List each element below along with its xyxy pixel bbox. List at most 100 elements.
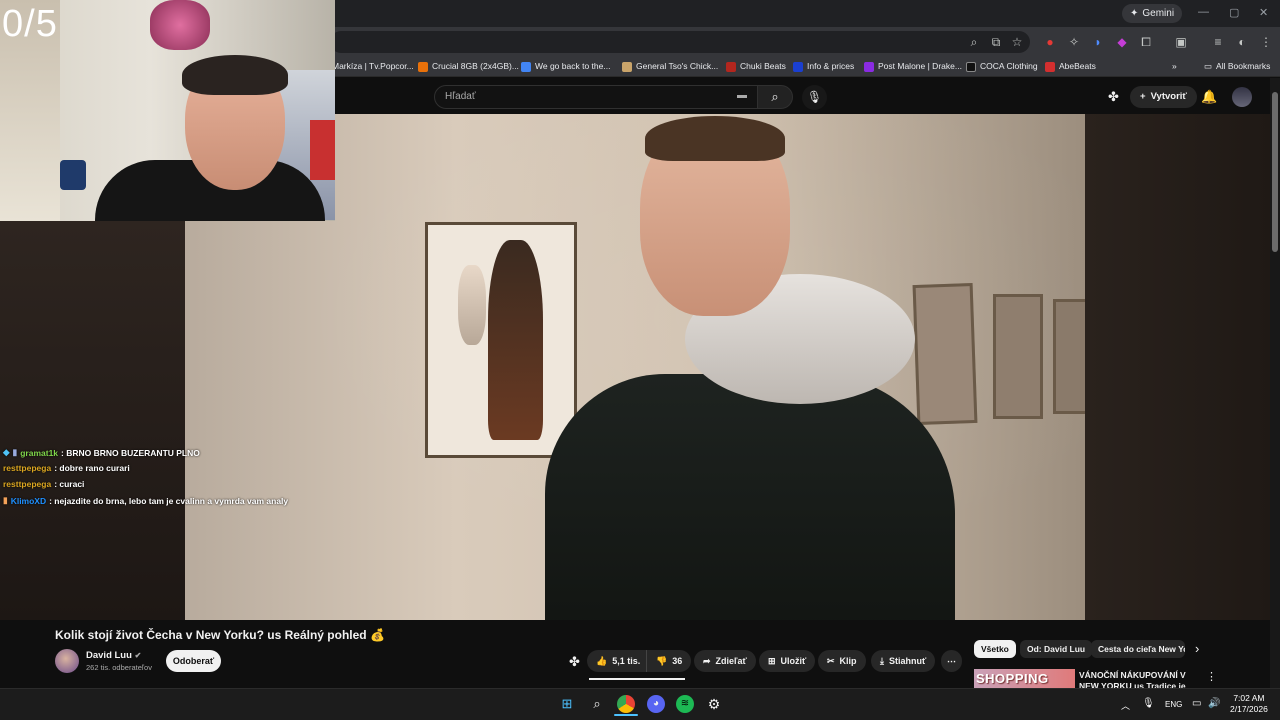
subscribe-button[interactable]: Odoberať (166, 650, 221, 672)
painting-image (912, 282, 978, 426)
keyboard-icon[interactable]: ▬ (737, 90, 747, 101)
bookmark-item[interactable]: We go back to the... (521, 59, 610, 74)
video-title: Kolik stojí život Čecha v New Yorku? us … (55, 628, 385, 642)
stream-counter: 0/5 (2, 3, 58, 45)
favicon-icon (864, 61, 874, 72)
windows-start-icon[interactable]: ⊞ (558, 695, 576, 713)
filter-chip-playlist[interactable]: Cesta do cieľa New Yo (1091, 640, 1185, 658)
chevron-right-icon[interactable]: » (1172, 59, 1177, 74)
more-vert-icon[interactable]: ⋮ (1206, 670, 1217, 683)
badge-icon: ◆ (3, 447, 10, 457)
all-bookmarks-button[interactable]: ▭ All Bookmarks (1204, 59, 1270, 74)
microphone-icon: 🎙 (806, 90, 823, 104)
chat-text: : nejazdite do brna, lebo tam je cvalinn… (49, 495, 289, 506)
minimize-icon[interactable]: — (1198, 6, 1209, 18)
chat-text: : dobre rano curari (54, 463, 130, 473)
extension-icon[interactable]: ◆ (1114, 34, 1130, 50)
channel-avatar[interactable] (55, 649, 79, 673)
address-bar[interactable] (330, 31, 1030, 53)
clock-time: 7:02 AM (1233, 693, 1265, 703)
extension-icon[interactable]: ✧ (1066, 34, 1082, 50)
premium-icon[interactable]: ✤ (569, 654, 580, 670)
create-button[interactable]: + Vytvoriť (1130, 86, 1197, 108)
gemini-label: Gemini (1142, 8, 1175, 19)
search-input[interactable]: Hľadať (434, 85, 758, 109)
bookmark-item[interactable]: General Tso's Chick... (622, 59, 718, 74)
notifications-bell-icon[interactable]: 🔔 (1201, 89, 1217, 105)
spotify-icon[interactable]: ≋ (676, 695, 694, 713)
extension-icon[interactable]: ◗ (1090, 34, 1106, 50)
download-icon: ⤓ (880, 656, 884, 666)
more-actions-button[interactable]: ⋯ (941, 650, 962, 672)
volume-icon[interactable]: 🔊 (1208, 698, 1220, 709)
network-icon[interactable]: ▭ (1192, 698, 1201, 709)
bookmark-item[interactable]: Chuki Beats (726, 59, 786, 74)
bookmark-item[interactable]: Crucial 8GB (2x4GB)... (418, 59, 519, 74)
menu-dots-icon[interactable]: ⋮ (1258, 34, 1274, 50)
filter-chip-all[interactable]: Všetko (974, 640, 1016, 658)
discord-icon[interactable]: ◕ (647, 695, 665, 713)
system-clock[interactable]: 7:02 AM 2/17/2026 (1230, 693, 1268, 715)
badge-icon: ▮ (3, 495, 8, 505)
taskbar (0, 688, 1280, 720)
cast-icon[interactable]: ⧉ (988, 34, 1004, 50)
favicon-icon (793, 61, 803, 72)
clock-date: 2/17/2026 (1230, 704, 1268, 714)
zoom-icon[interactable]: ⌕ (966, 34, 982, 50)
chat-username: gramat1k (20, 447, 59, 458)
chat-message: resttpepega : curaci (3, 479, 84, 489)
share-arrow-icon: ➦ (703, 656, 711, 666)
profile-avatar[interactable]: ◐ (1234, 34, 1250, 50)
chevron-right-icon[interactable]: › (1195, 641, 1199, 656)
video-ambient-left (0, 221, 185, 620)
favicon-icon (1045, 61, 1055, 72)
favicon-icon (521, 61, 531, 72)
scrollbar-thumb[interactable] (1272, 92, 1278, 252)
tab-search-icon[interactable]: ▣ (1173, 34, 1189, 50)
like-button[interactable]: 👍 5,1 tis. (587, 650, 650, 672)
subscriber-count: 262 tis. odberateľov (86, 663, 152, 672)
thumbs-down-icon: 👎 (656, 656, 668, 666)
active-app-indicator (614, 714, 638, 716)
thumbnail-text: SHOPPING (976, 671, 1049, 686)
bookmark-star-icon[interactable]: ☆ (1009, 34, 1025, 50)
filter-chip-channel[interactable]: Od: David Luu (1020, 640, 1093, 658)
extension-icon[interactable]: ● (1042, 34, 1058, 50)
media-icon[interactable]: ≡ (1210, 34, 1226, 50)
extensions-puzzle-icon[interactable]: ⧠ (1138, 34, 1154, 50)
close-icon[interactable]: ✕ (1259, 6, 1268, 19)
maximize-icon[interactable]: ▢ (1229, 6, 1239, 19)
download-button[interactable]: ⤓ Stiahnuť (871, 650, 936, 672)
verified-icon: ✔ (134, 651, 142, 660)
save-button[interactable]: ⊞ Uložiť (759, 650, 816, 672)
language-indicator[interactable]: ENG (1165, 700, 1182, 709)
chrome-icon[interactable] (617, 695, 635, 713)
search-button[interactable]: ⌕ (757, 85, 793, 109)
app-icon[interactable]: ⚙ (705, 695, 723, 713)
bookmark-item[interactable]: AbeBeats (1045, 59, 1096, 74)
chat-username: resttpepega (3, 479, 52, 489)
recommended-title[interactable]: VÁNOČNÍ NÁKUPOVÁNÍ V NEW YORKU us Tradic… (1079, 670, 1205, 689)
voice-search-button[interactable]: 🎙 (802, 85, 827, 110)
share-button[interactable]: ➦ Zdieľať (694, 650, 756, 672)
search-icon[interactable]: ⌕ (588, 695, 606, 713)
gemini-button[interactable]: ✦ Gemini (1122, 4, 1183, 23)
favicon-icon (622, 61, 632, 72)
favicon-icon (966, 61, 976, 72)
channel-name[interactable]: David Luu ✔ (86, 650, 141, 661)
bookmark-item[interactable]: Info & prices (793, 59, 854, 74)
bookmark-item[interactable]: Post Malone | Drake... (864, 59, 962, 74)
microphone-icon[interactable]: 🎙 (1142, 698, 1155, 709)
chat-username: resttpepega (3, 463, 52, 473)
chevron-up-icon[interactable]: ︿ (1121, 699, 1130, 712)
dislike-button[interactable]: 👎 36 (646, 650, 692, 672)
video-ambient-right (1085, 114, 1270, 620)
account-avatar[interactable] (1232, 87, 1252, 107)
premium-icon[interactable]: ✤ (1108, 89, 1119, 105)
favicon-icon (726, 61, 736, 72)
more-dots-icon: ⋯ (947, 656, 956, 666)
favicon-icon (418, 61, 428, 72)
bookmark-item[interactable]: COCA Clothing (966, 59, 1038, 74)
clip-button[interactable]: ✂ Klip (818, 650, 866, 672)
bookmark-item[interactable]: Markíza | Tv.Popcor... (332, 59, 414, 74)
